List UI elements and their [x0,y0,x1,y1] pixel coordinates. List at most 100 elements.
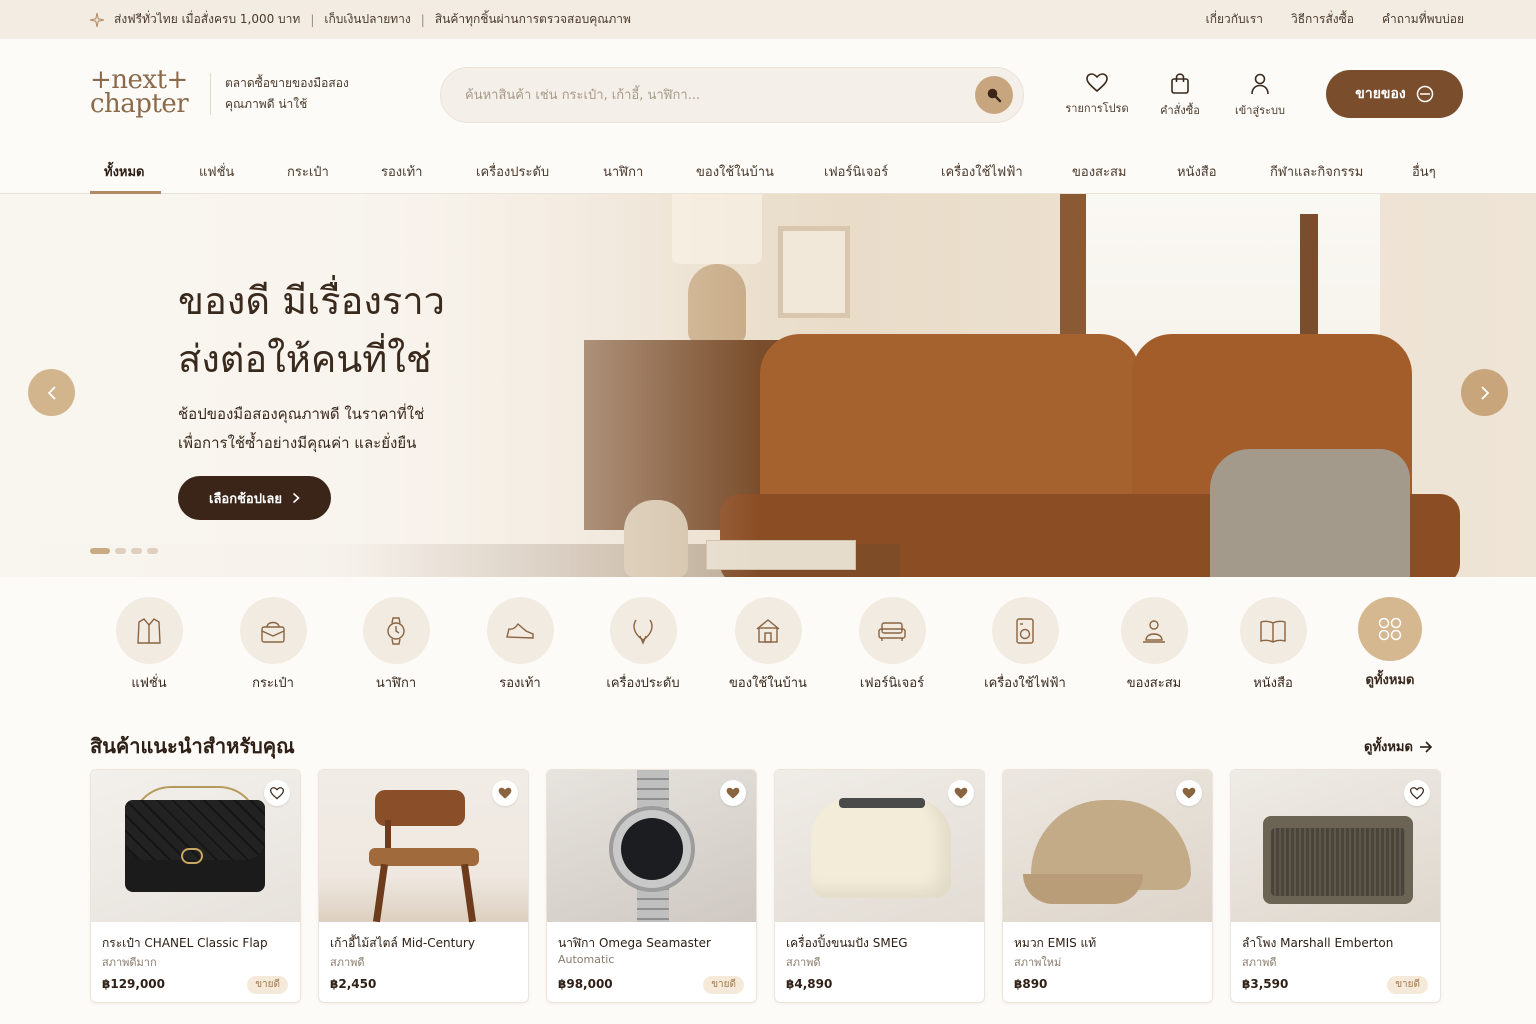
site-header: +next+ chapter ตลาดซื้อขายของมือสอง คุณภ… [0,39,1536,149]
product-card[interactable]: กระเป๋า CHANEL Classic Flap สภาพดีมาก ฿1… [90,769,301,1003]
carousel-dot[interactable] [147,548,158,554]
wishlist-label: รายการโปรด [1065,102,1129,115]
bestseller-badge: ขายดี [247,976,288,994]
hero-title: ของดี มีเรื่องราว ส่งต่อให้คนที่ใช่ [178,272,445,388]
product-card[interactable]: นาฬิกา Omega Seamaster Automatic ฿98,000… [546,769,757,1003]
hero-banner: ของดี มีเรื่องราว ส่งต่อให้คนที่ใช่ ช้อป… [0,194,1536,577]
hero-blanket [1210,449,1410,577]
carousel-next-button[interactable] [1461,369,1508,416]
product-condition: สภาพดี [330,956,365,969]
search-button[interactable] [975,76,1013,114]
nav-item-others[interactable]: อื่นๆ [1412,161,1436,182]
product-name: หมวก EMIS แท้ [1014,936,1097,950]
nav-item-fashion[interactable]: แฟชั่น [199,161,234,182]
logo[interactable]: +next+ chapter [90,65,202,125]
hero-picture-frame [778,226,850,318]
bag-icon [261,621,285,643]
heart-icon [1086,73,1108,93]
product-name: นาฬิกา Omega Seamaster [558,936,711,950]
favorite-button[interactable] [264,780,290,806]
favorite-button[interactable] [1404,780,1430,806]
product-card[interactable]: หมวก EMIS แท้ สภาพใหม่ ฿890 [1002,769,1213,1003]
category-view-all[interactable]: ดูทั้งหมด [1330,597,1450,690]
category-nav: ทั้งหมด แฟชั่น กระเป๋า รองเท้า เครื่องปร… [0,149,1536,194]
product-name: เก้าอี้ไม้สไตล์ Mid-Century [330,936,475,950]
product-card[interactable]: เก้าอี้ไม้สไตล์ Mid-Century สภาพดี ฿2,45… [318,769,529,1003]
collectible-icon [1143,619,1165,643]
coin-icon [1416,85,1433,103]
shopping-bag-icon [1171,73,1189,94]
category-icon-wrap [486,597,554,664]
arrow-right-icon [1419,740,1433,753]
category-furniture[interactable]: เฟอร์นิเจอร์ [832,597,952,693]
nav-item-books[interactable]: หนังสือ [1177,161,1217,182]
carousel-dot[interactable] [131,548,142,554]
orders-button[interactable]: คำสั่งซื้อ [1140,73,1220,119]
nav-item-collectibles[interactable]: ของสะสม [1072,161,1126,182]
appliance-icon [1016,617,1034,644]
nav-item-watches[interactable]: นาฬิกา [603,161,643,182]
heart-filled-icon [498,787,512,799]
toaster-slot [839,798,925,808]
category-label: ของใช้ในบ้าน [729,676,807,691]
link-about[interactable]: เกี่ยวกับเรา [1206,10,1263,29]
category-fashion[interactable]: แฟชั่น [89,597,209,693]
category-shoes[interactable]: รองเท้า [460,597,580,693]
nav-item-all[interactable]: ทั้งหมด [104,161,145,182]
favorite-button[interactable] [492,780,518,806]
favorite-button[interactable] [948,780,974,806]
tagline: ตลาดซื้อขายของมือสอง คุณภาพดี น่าใช้ [210,73,370,115]
category-watches[interactable]: นาฬิกา [336,597,456,693]
category-icon-wrap [858,597,926,664]
category-jewelry[interactable]: เครื่องประดับ [583,597,703,693]
category-bags[interactable]: กระเป๋า [213,597,333,693]
product-condition: Automatic [558,953,615,966]
see-all-link[interactable]: ดูทั้งหมด [1364,736,1433,757]
announcement-shipping: ส่งฟรีทั่วไทย เมื่อสั่งครบ 1,000 บาท [114,12,301,26]
product-price: ฿98,000 [558,977,613,991]
nav-item-bags[interactable]: กระเป๋า [287,161,329,182]
category-books[interactable]: หนังสือ [1213,597,1333,693]
carousel-dot[interactable] [90,548,110,554]
hero-subtitle: ช้อปของมือสองคุณภาพดี ในราคาที่ใช่ เพื่อ… [178,400,424,458]
nav-item-sports[interactable]: กีฬาและกิจกรรม [1270,161,1363,182]
product-card[interactable]: เครื่องปิ้งขนมปัง SMEG สภาพดี ฿4,890 [774,769,985,1003]
carousel-prev-button[interactable] [28,369,75,416]
favorite-button[interactable] [1176,780,1202,806]
product-price: ฿4,890 [786,977,833,991]
login-label: เข้าสู่ระบบ [1235,104,1285,117]
chevron-right-icon [292,492,300,504]
watch-dial [621,818,683,880]
nav-item-electronics[interactable]: เครื่องใช้ไฟฟ้า [941,161,1023,182]
hero-shop-button[interactable]: เลือกช้อปเลย [178,476,331,520]
carousel-dot[interactable] [115,548,126,554]
category-icon-wrap [991,597,1059,664]
category-home[interactable]: ของใช้ในบ้าน [708,597,828,693]
user-icon [1251,73,1269,95]
favorite-button[interactable] [720,780,746,806]
sell-button[interactable]: ขายของ [1326,70,1463,118]
nav-item-shoes[interactable]: รองเท้า [381,161,422,182]
sell-label: ขายของ [1355,86,1406,102]
link-how-to-order[interactable]: วิธีการสั่งซื้อ [1291,10,1354,29]
nav-item-jewelry[interactable]: เครื่องประดับ [476,161,549,182]
watch-icon [387,616,405,645]
category-electronics[interactable]: เครื่องใช้ไฟฟ้า [965,597,1085,693]
login-button[interactable]: เข้าสู่ระบบ [1220,73,1300,119]
search-input[interactable] [465,68,965,122]
nav-item-home[interactable]: ของใช้ในบ้าน [696,161,774,182]
grid-icon [1378,617,1402,641]
heart-outline-icon [1410,786,1424,799]
announcement-bar: ส่งฟรีทั่วไทย เมื่อสั่งครบ 1,000 บาท | เ… [0,0,1536,39]
wishlist-button[interactable]: รายการโปรด [1057,73,1137,117]
see-all-label: ดูทั้งหมด [1364,740,1413,755]
category-collectibles[interactable]: ของสะสม [1094,597,1214,693]
category-icon-wrap [1120,597,1188,664]
link-faq[interactable]: คำถามที่พบบ่อย [1382,10,1464,29]
heart-filled-icon [954,787,968,799]
carousel-dots [90,548,158,554]
cap-brim [1023,874,1143,904]
nav-item-furniture[interactable]: เฟอร์นิเจอร์ [824,161,888,182]
product-card[interactable]: ลำโพง Marshall Emberton สภาพดี ฿3,590 ขา… [1230,769,1441,1003]
category-icon-wrap [115,597,183,664]
